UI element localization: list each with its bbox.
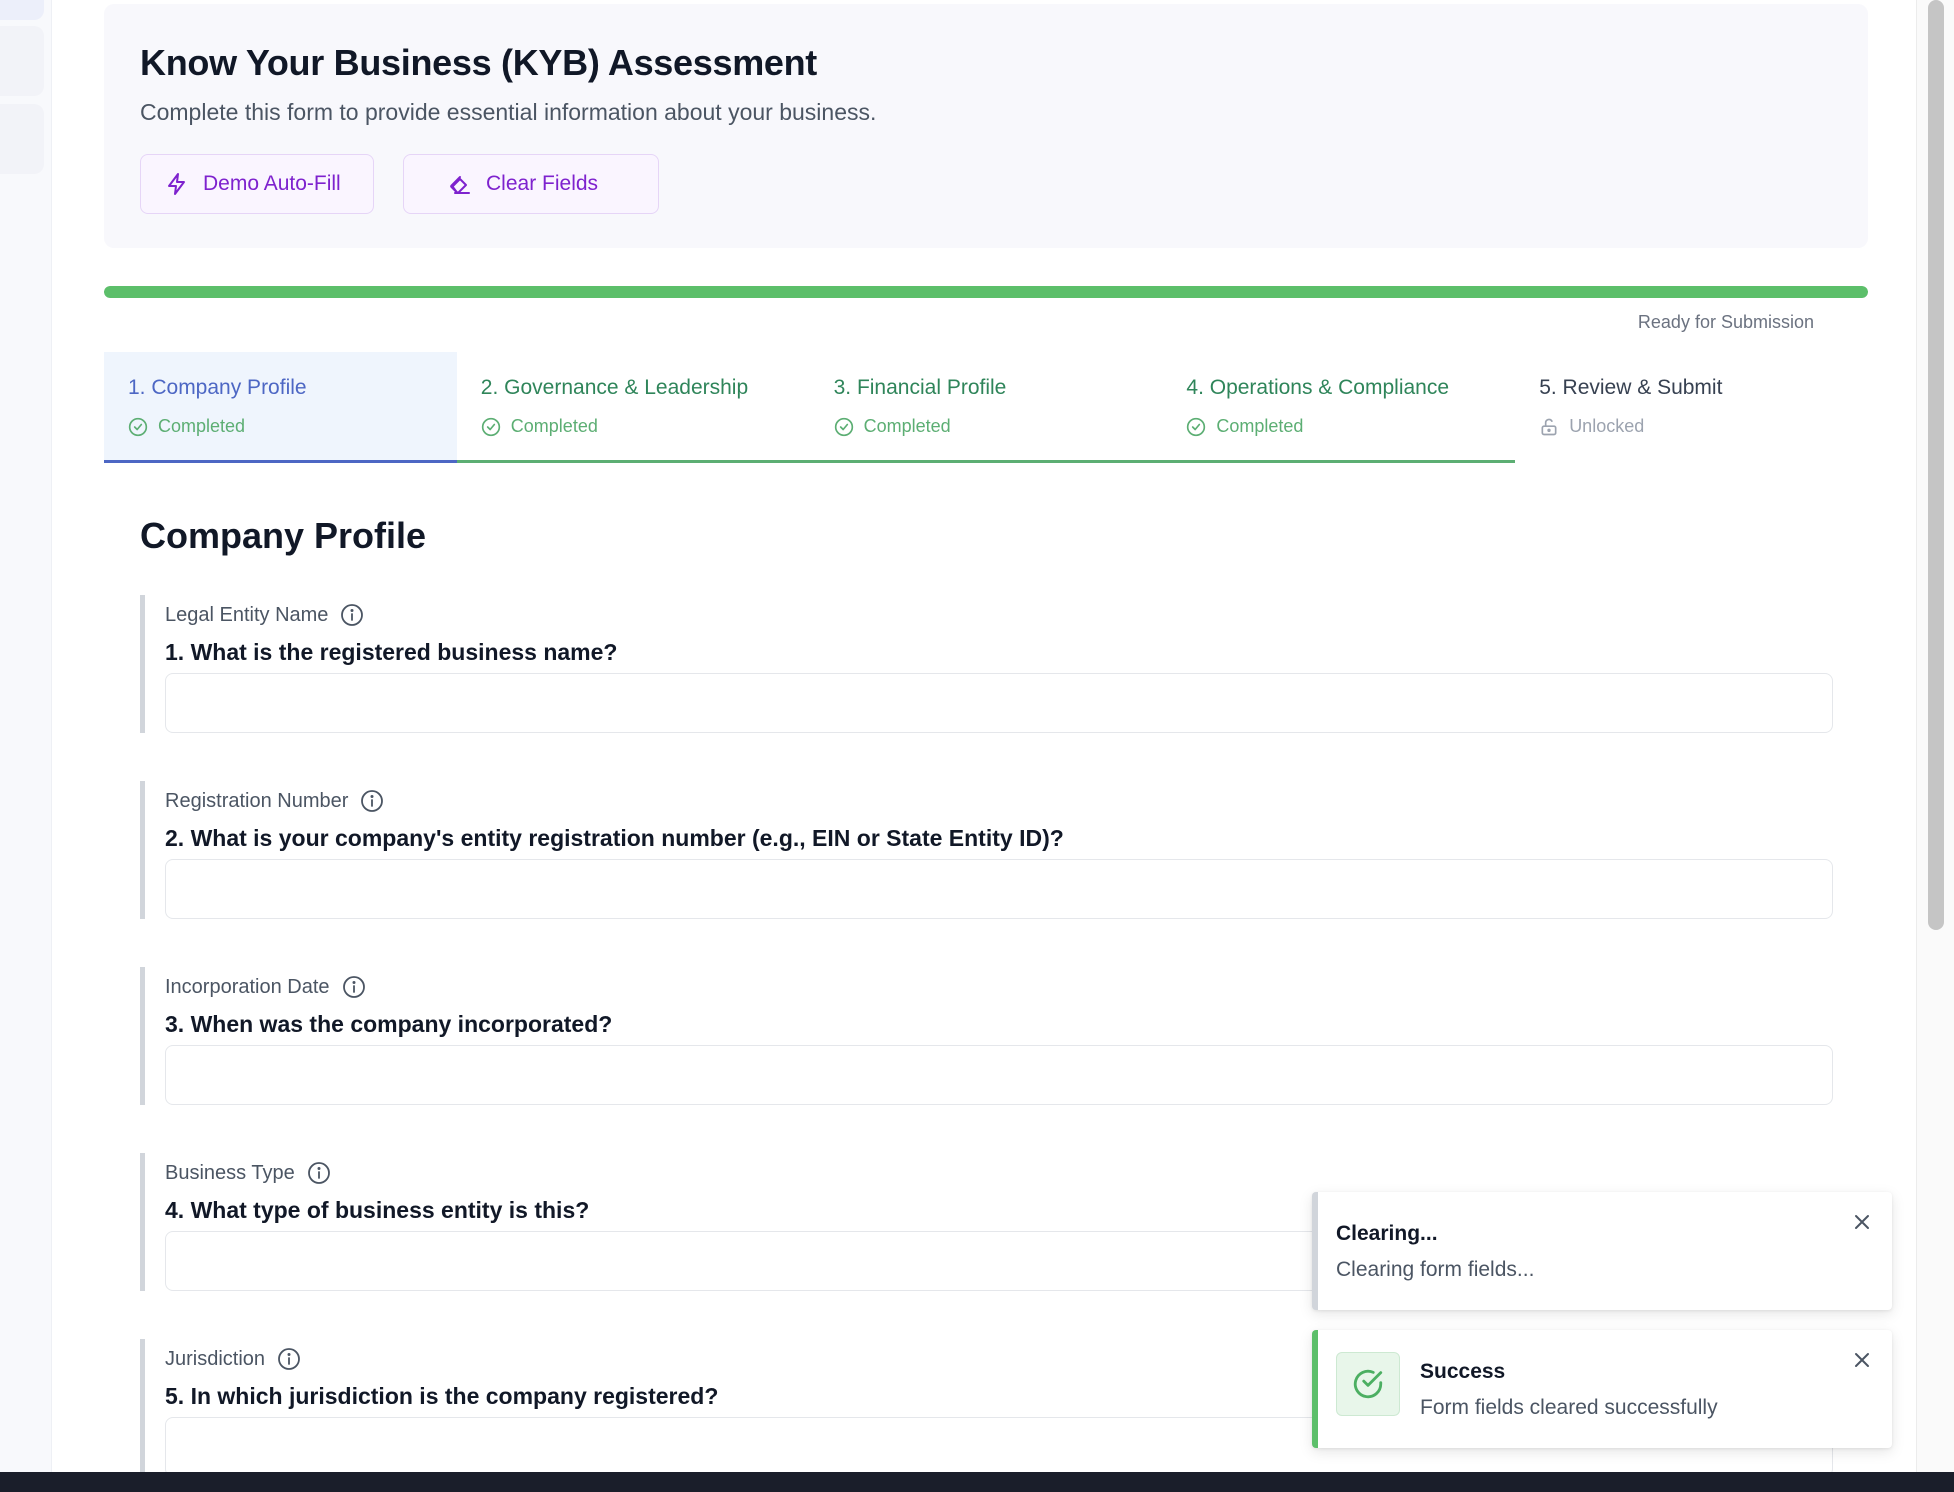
tab-label: 5. Review & Submit — [1539, 376, 1723, 399]
field-label: Incorporation Date — [165, 975, 366, 999]
toast-message: Form fields cleared successfully — [1420, 1396, 1718, 1419]
info-icon[interactable] — [277, 1347, 301, 1371]
tab-label: 4. Operations & Compliance — [1186, 376, 1450, 399]
info-icon[interactable] — [360, 789, 384, 813]
field-incorporation-date: Incorporation Date 3. When was the compa… — [140, 967, 1840, 1105]
tab-company-profile[interactable]: 1. Company Profile Completed — [104, 352, 457, 463]
sidebar-nav-item[interactable] — [0, 104, 44, 174]
field-label: Registration Number — [165, 789, 384, 813]
demo-autofill-button[interactable]: Demo Auto-Fill — [140, 154, 374, 214]
close-icon[interactable] — [1850, 1210, 1874, 1234]
tab-governance-leadership[interactable]: 2. Governance & Leadership Completed — [456, 352, 810, 463]
field-label-text: Incorporation Date — [165, 975, 330, 998]
assessment-tabs: 1. Company Profile Completed 2. Governan… — [104, 352, 1868, 463]
window-bottom-bar — [0, 1472, 1954, 1492]
tab-operations-compliance[interactable]: 4. Operations & Compliance Completed — [1162, 352, 1516, 463]
progress-bar-fill — [104, 286, 1868, 298]
company-profile-section: Company Profile Legal Entity Name 1. Wha… — [104, 463, 1868, 1477]
sidebar-nav-item[interactable] — [0, 0, 44, 20]
page-title: Know Your Business (KYB) Assessment — [140, 42, 817, 83]
left-sidebar — [0, 0, 52, 1472]
tab-status: Unlocked — [1539, 416, 1868, 437]
info-icon[interactable] — [342, 975, 366, 999]
field-label-text: Registration Number — [165, 789, 349, 812]
field-label: Legal Entity Name — [165, 603, 364, 627]
field-registration-number: Registration Number 2. What is your comp… — [140, 781, 1840, 919]
field-legal-entity-name: Legal Entity Name 1. What is the registe… — [140, 595, 1840, 733]
scrollbar-thumb[interactable] — [1928, 0, 1944, 930]
assessment-header: Know Your Business (KYB) Assessment Comp… — [104, 4, 1868, 248]
unlock-icon — [1539, 417, 1559, 437]
toast-clearing: Clearing... Clearing form fields... — [1312, 1192, 1892, 1310]
tab-status: Completed — [1186, 416, 1515, 437]
tab-status: Completed — [128, 416, 457, 437]
check-circle-icon — [128, 417, 148, 437]
field-question: 3. When was the company incorporated? — [165, 1011, 613, 1037]
clear-fields-button[interactable]: Clear Fields — [403, 154, 659, 214]
check-circle-icon — [834, 417, 854, 437]
toast-message: Clearing form fields... — [1336, 1258, 1535, 1281]
tab-status-text: Completed — [863, 416, 951, 436]
registration-number-input[interactable] — [165, 859, 1833, 919]
section-title: Company Profile — [140, 515, 427, 556]
tab-label: 2. Governance & Leadership — [480, 376, 749, 399]
tab-label: 3. Financial Profile — [833, 376, 1007, 399]
success-check-icon — [1336, 1352, 1400, 1416]
field-question: 2. What is your company's entity registr… — [165, 825, 1064, 851]
tab-review-submit[interactable]: 5. Review & Submit Unlocked — [1515, 352, 1868, 463]
field-label-text: Legal Entity Name — [165, 603, 329, 626]
sidebar-nav-item[interactable] — [0, 26, 44, 96]
info-icon[interactable] — [307, 1161, 331, 1185]
tab-status-text: Completed — [1216, 416, 1304, 436]
check-circle-icon — [481, 417, 501, 437]
tab-financial-profile[interactable]: 3. Financial Profile Completed — [809, 352, 1163, 463]
lightning-icon — [165, 172, 189, 196]
toast-success: Success Form fields cleared successfully — [1312, 1330, 1892, 1448]
tab-status-text: Completed — [510, 416, 598, 436]
field-question: 5. In which jurisdiction is the company … — [165, 1383, 719, 1409]
page-scrollbar[interactable] — [1916, 0, 1954, 1472]
field-question: 1. What is the registered business name? — [165, 639, 618, 665]
tab-status: Completed — [834, 416, 1163, 437]
clear-fields-label: Clear Fields — [486, 172, 599, 195]
close-icon[interactable] — [1850, 1348, 1874, 1372]
toast-title: Clearing... — [1336, 1222, 1438, 1245]
eraser-icon — [448, 172, 472, 196]
demo-autofill-label: Demo Auto-Fill — [203, 172, 341, 195]
tab-status-text: Unlocked — [1569, 416, 1645, 436]
info-icon[interactable] — [340, 603, 364, 627]
progress-status-text: Ready for Submission — [1637, 312, 1814, 332]
legal-entity-name-input[interactable] — [165, 673, 1833, 733]
progress-bar — [104, 286, 1868, 298]
check-circle-icon — [1186, 417, 1206, 437]
tab-status: Completed — [481, 416, 810, 437]
toast-title: Success — [1420, 1360, 1506, 1383]
tab-status-text: Completed — [158, 416, 246, 436]
field-label-text: Jurisdiction — [165, 1347, 266, 1370]
tab-label: 1. Company Profile — [128, 376, 307, 399]
field-label: Jurisdiction — [165, 1347, 301, 1371]
incorporation-date-input[interactable] — [165, 1045, 1833, 1105]
field-label-text: Business Type — [165, 1161, 295, 1184]
field-label: Business Type — [165, 1161, 331, 1185]
page-subtitle: Complete this form to provide essential … — [140, 99, 877, 125]
field-question: 4. What type of business entity is this? — [165, 1197, 590, 1223]
